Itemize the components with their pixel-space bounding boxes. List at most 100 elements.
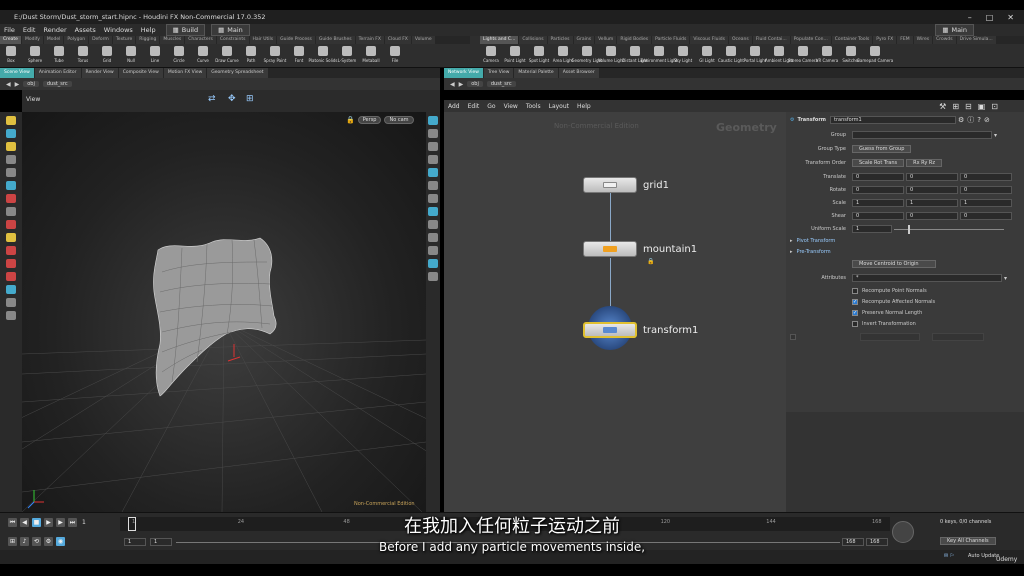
node-transform1-label[interactable]: transform1 — [643, 325, 698, 336]
lasso-tool-icon[interactable] — [6, 272, 16, 281]
shelf-tab-populate-con[interactable]: Populate Con... — [790, 36, 831, 44]
recompute-affected-normals-checkbox[interactable]: ✓ — [852, 299, 858, 305]
parm-ty-field[interactable]: 0 — [906, 173, 958, 181]
sculpt-tool-icon[interactable] — [6, 220, 16, 229]
range-end2-field[interactable]: 168 — [866, 538, 888, 546]
parm-sz-field[interactable]: 1 — [960, 199, 1012, 207]
preserve-normal-length-checkbox[interactable]: ✓ — [852, 310, 858, 316]
parm-check-2[interactable]: ✓ Preserve Normal Length — [786, 308, 1024, 318]
tool-circle[interactable]: Circle — [168, 46, 190, 63]
tool-torus[interactable]: Torus — [72, 46, 94, 63]
shelf-tab-rigging[interactable]: Rigging — [136, 36, 160, 44]
parm-check-0[interactable]: Recompute Point Normals — [786, 286, 1024, 296]
path-obj[interactable]: obj — [23, 81, 39, 87]
network-menu-add[interactable]: Add — [444, 103, 464, 110]
tool-l-system[interactable]: L-System — [336, 46, 358, 63]
frame-cursor[interactable] — [128, 517, 136, 531]
timeline-track[interactable]: 1 24 48 72 96 120 144 168 — [120, 517, 890, 531]
tool-volume-light[interactable]: Volume Light — [598, 46, 624, 63]
forward-icon[interactable]: ▶ — [15, 81, 20, 88]
network-menu-layout[interactable]: Layout — [545, 103, 573, 110]
tool-point-light[interactable]: Point Light — [504, 46, 526, 63]
move-tool-icon[interactable] — [6, 129, 16, 138]
shelf-tab-viscous-fluids[interactable]: Viscous Fluids — [690, 36, 728, 44]
uniform-scale-slider-handle[interactable] — [908, 224, 910, 234]
shelf-tab-grains[interactable]: Grains — [573, 36, 595, 44]
shelf-tab-oceans[interactable]: Oceans — [728, 36, 752, 44]
audio-icon[interactable]: ♪ — [20, 537, 29, 546]
node-mountain1[interactable]: mountain1 — [583, 241, 697, 257]
camera-tools-icon[interactable]: ⇄ — [208, 94, 216, 104]
shelf-tab-create[interactable]: Create — [0, 36, 21, 44]
go-start-icon[interactable]: ⏮ — [8, 518, 17, 527]
forward-icon[interactable]: ▶ — [459, 81, 464, 88]
handle-tool-icon[interactable] — [6, 168, 16, 177]
brush-tool-icon[interactable] — [6, 194, 16, 203]
auto-update-menu[interactable]: Auto Update — [968, 553, 999, 559]
tool-path[interactable]: Path — [240, 46, 262, 63]
parm-pivot-folder[interactable]: ▸ Pivot Transform — [786, 236, 1024, 246]
range-start2-field[interactable]: 1 — [150, 538, 172, 546]
step-forward-icon[interactable]: ▶ — [56, 518, 65, 527]
shelf-tab-modify[interactable]: Modify — [21, 36, 43, 44]
parm-shx-field[interactable]: 0 — [852, 212, 904, 220]
display-toggle-icon[interactable] — [428, 116, 438, 125]
tool-metaball[interactable]: Metaball — [360, 46, 382, 63]
template-icon[interactable] — [428, 207, 438, 216]
shelf-tab-pyro-fx[interactable]: Pyro FX — [873, 36, 897, 44]
wireframe-icon[interactable] — [428, 129, 438, 138]
shelf-tab-particles[interactable]: Particles — [547, 36, 573, 44]
tool-vr-camera[interactable]: VR Camera — [816, 46, 838, 63]
minimize-icon[interactable]: – — [968, 13, 972, 22]
shelf-tab-crowds[interactable]: Crowds — [933, 36, 956, 44]
camera-menu[interactable]: No cam — [384, 116, 414, 124]
node-transform1-box[interactable] — [583, 322, 637, 338]
tool-ambient-light[interactable]: Ambient Light — [765, 46, 793, 63]
tool-font[interactable]: Font — [288, 46, 310, 63]
tool-null[interactable]: Null — [120, 46, 142, 63]
node-grid1[interactable]: grid1 — [583, 177, 669, 193]
select-tool-icon[interactable] — [6, 116, 16, 125]
network-menu-edit[interactable]: Edit — [464, 103, 484, 110]
desktop-selector-build[interactable]: ▦ Build — [165, 24, 206, 36]
pane-tab-tree-view[interactable]: Tree View — [483, 68, 514, 78]
parm-tx-field[interactable]: 0 — [852, 173, 904, 181]
step-back-icon[interactable]: ◀ — [20, 518, 29, 527]
parm-rx-field[interactable]: 0 — [852, 186, 904, 194]
tool-camera[interactable]: Camera — [480, 46, 502, 63]
parm-rz-field[interactable]: 0 — [960, 186, 1012, 194]
parm-xform-order-menu[interactable]: Scale Rot Trans — [852, 159, 905, 167]
tool-grid[interactable]: Grid — [96, 46, 118, 63]
tool-spray-paint[interactable]: Spray Paint — [264, 46, 286, 63]
shelf-tab-vellum[interactable]: Vellum — [595, 36, 617, 44]
tool-line[interactable]: Line — [144, 46, 166, 63]
parm-group-field[interactable] — [852, 131, 992, 139]
tool-platonic-solids[interactable]: Platonic Solids — [309, 46, 337, 63]
network-menu-view[interactable]: View — [500, 103, 522, 110]
parm-rot-order-menu[interactable]: Rx Ry Rz — [906, 159, 942, 167]
scene-viewport[interactable]: 🔒 Persp No cam Non-Commercial Edition — [22, 112, 426, 512]
persp-menu[interactable]: Persp — [357, 116, 382, 124]
light-icon[interactable] — [428, 246, 438, 255]
tool-environment-light[interactable]: Environment Light — [641, 46, 677, 63]
pane-tab-render-view[interactable]: Render View — [81, 68, 118, 78]
shelf-tab-particle-fluids[interactable]: Particle Fluids — [652, 36, 690, 44]
range-slider[interactable] — [176, 542, 840, 543]
global-animation-icon[interactable]: ◉ — [56, 537, 65, 546]
parm-pretransform-folder[interactable]: ▸ Pre-Transform — [786, 247, 1024, 257]
current-frame[interactable]: 1 — [82, 519, 86, 526]
shelf-tab-lights-and-c[interactable]: Lights and C... — [480, 36, 519, 44]
parm-sy-field[interactable]: 1 — [906, 199, 958, 207]
maximize-icon[interactable]: □ — [986, 13, 994, 22]
pane-tab-motion-fx-view[interactable]: Motion FX View — [163, 68, 207, 78]
node-transform1[interactable]: transform1 — [583, 306, 698, 354]
realtime-toggle-icon[interactable]: ⊞ — [8, 537, 17, 546]
uv-icon[interactable] — [428, 194, 438, 203]
path-node[interactable]: dust_src — [42, 81, 72, 87]
pane-tab-animation-editor[interactable]: Animation Editor — [34, 68, 81, 78]
tool-portal-light[interactable]: Portal Light — [744, 46, 766, 63]
menu-assets[interactable]: Assets — [71, 26, 100, 34]
parm-node-name-field[interactable]: transform1 — [830, 116, 957, 124]
shelf-tab-terrain-fx[interactable]: Terrain FX — [355, 36, 384, 44]
path-obj[interactable]: obj — [467, 81, 483, 87]
